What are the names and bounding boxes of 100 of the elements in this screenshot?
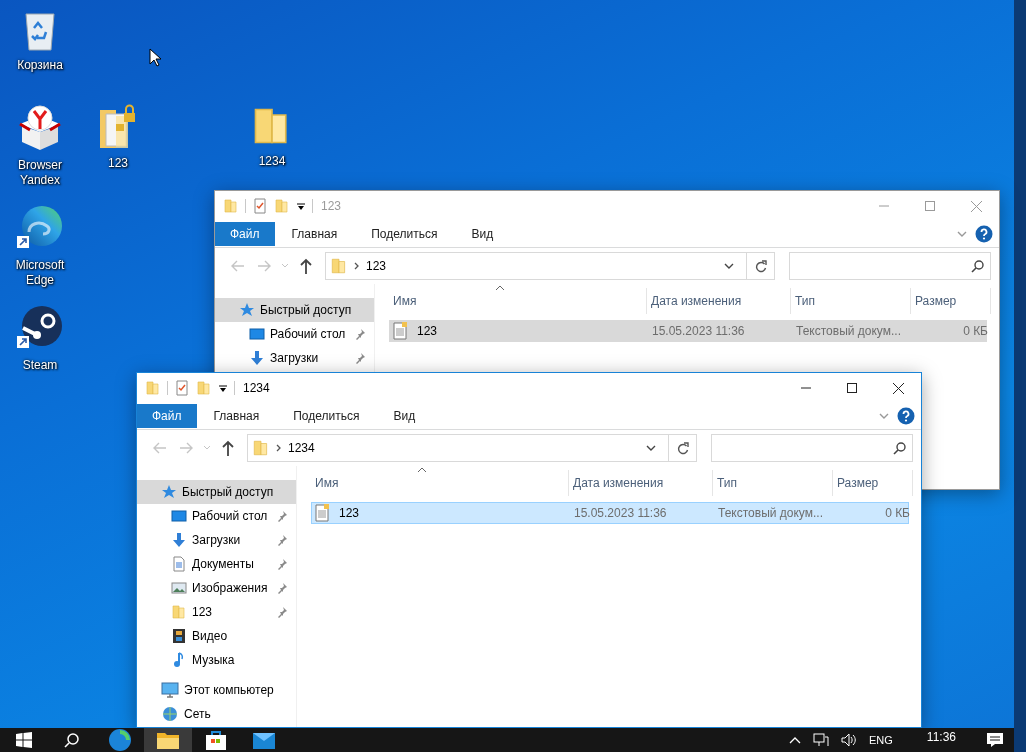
size-cell-text: 0 КБ bbox=[884, 506, 911, 520]
folder-icon bbox=[171, 604, 187, 620]
address-bar[interactable]: 123 bbox=[325, 252, 775, 280]
column-header[interactable]: Размер bbox=[911, 288, 991, 314]
nav-label: Изображения bbox=[192, 581, 268, 595]
nav-label: Рабочий стол bbox=[270, 327, 346, 341]
down-arrow-icon bbox=[171, 532, 187, 548]
type-cell-text: Текстовый докум... bbox=[717, 506, 824, 520]
nav-item[interactable]: 123 bbox=[137, 600, 296, 624]
column-header[interactable]: Имя bbox=[311, 470, 569, 496]
maximize-icon bbox=[847, 383, 857, 393]
monitor-icon bbox=[171, 508, 187, 524]
file-name: 123 bbox=[416, 324, 439, 338]
date-cell-text: 15.05.2023 11:36 bbox=[651, 324, 746, 338]
refresh-icon bbox=[676, 441, 689, 455]
column-header[interactable]: Размер bbox=[833, 470, 913, 496]
windows-logo-icon bbox=[16, 732, 32, 748]
globe-icon bbox=[161, 706, 179, 722]
right-arrow-icon bbox=[257, 260, 271, 272]
left-arrow-icon bbox=[153, 442, 167, 454]
close-icon bbox=[892, 382, 904, 394]
file-name: 123 bbox=[338, 506, 361, 520]
chevron-up-icon bbox=[789, 736, 801, 744]
up-arrow-icon bbox=[300, 258, 312, 274]
search-field[interactable] bbox=[711, 434, 913, 462]
ribbon-tab[interactable]: Поделиться bbox=[354, 222, 455, 246]
sort-caret-icon bbox=[417, 467, 427, 473]
nav-item[interactable]: Этот компьютер bbox=[137, 678, 296, 702]
breadcrumb-chevron-icon bbox=[276, 444, 282, 452]
desktop-icon-label[interactable]: Корзина bbox=[5, 58, 75, 73]
folder-icon bbox=[196, 380, 212, 396]
chevron-down-icon bbox=[203, 445, 211, 451]
ribbon-tab[interactable]: Главная bbox=[196, 404, 277, 428]
nav-item[interactable]: Загрузки bbox=[137, 528, 296, 552]
swirl-logo-icon bbox=[108, 728, 132, 752]
type-cell-text: Текстовый докум... bbox=[795, 324, 902, 338]
pin-icon bbox=[276, 510, 288, 522]
nav-label: Музыка bbox=[192, 653, 235, 667]
nav-item[interactable]: Изображения bbox=[137, 576, 296, 600]
folder-icon bbox=[330, 257, 348, 275]
nav-item[interactable]: Быстрый доступ bbox=[137, 480, 296, 504]
nav-label: Быстрый доступ bbox=[260, 303, 352, 317]
expand-ribbon-icon bbox=[879, 412, 889, 420]
ribbon-tab[interactable]: Поделиться bbox=[276, 404, 377, 428]
address-path: 123 bbox=[366, 259, 387, 273]
nav-label: Видео bbox=[192, 629, 228, 643]
desktop-icon-label[interactable]: 123 bbox=[83, 156, 153, 171]
nav-item[interactable]: Рабочий стол bbox=[137, 504, 296, 528]
ribbon-tab[interactable]: Вид bbox=[376, 404, 433, 428]
column-header[interactable]: Дата изменения bbox=[647, 288, 791, 314]
address-bar[interactable]: 1234 bbox=[247, 434, 697, 462]
column-header[interactable]: Имя bbox=[389, 288, 647, 314]
language-indicator[interactable]: ENG bbox=[869, 734, 893, 746]
ribbon-tab[interactable]: Главная bbox=[274, 222, 355, 246]
file-tab[interactable]: Файл bbox=[215, 222, 275, 246]
clock-time[interactable]: 11:36 bbox=[926, 730, 956, 744]
desktop-icon-label[interactable]: Microsoft Edge bbox=[5, 258, 75, 288]
search-field[interactable] bbox=[789, 252, 991, 280]
column-header[interactable]: Тип bbox=[791, 288, 911, 314]
pin-icon bbox=[276, 534, 288, 546]
desktop-icon-label[interactable]: Steam bbox=[5, 358, 75, 373]
left-arrow-icon bbox=[231, 260, 245, 272]
chevron-down-icon bbox=[281, 263, 289, 269]
nav-label: Документы bbox=[192, 557, 254, 571]
file-row[interactable]: 123 15.05.2023 11:36 Текстовый докум... 0 КБ bbox=[389, 320, 987, 342]
text-file-icon bbox=[392, 322, 408, 340]
computer-icon bbox=[161, 682, 179, 698]
picture-icon bbox=[171, 580, 187, 596]
maximize-icon bbox=[925, 201, 935, 211]
network-icon bbox=[813, 733, 829, 747]
desktop-icon-label[interactable]: 1234 bbox=[237, 154, 307, 169]
pin-icon bbox=[276, 606, 288, 618]
nav-item[interactable]: Быстрый доступ bbox=[215, 298, 374, 322]
pin-icon bbox=[276, 558, 288, 570]
film-icon bbox=[171, 628, 187, 644]
nav-item[interactable]: Рабочий стол bbox=[215, 322, 374, 346]
column-header[interactable]: Дата изменения bbox=[569, 470, 713, 496]
nav-label: Рабочий стол bbox=[192, 509, 268, 523]
folder-icon bbox=[145, 380, 161, 396]
star-icon bbox=[161, 484, 177, 500]
nav-item[interactable]: Загрузки bbox=[215, 346, 374, 370]
nav-item[interactable]: Документы bbox=[137, 552, 296, 576]
pin-icon bbox=[276, 582, 288, 594]
nav-label: Этот компьютер bbox=[184, 683, 274, 697]
down-arrow-icon bbox=[249, 350, 265, 366]
nav-label: Быстрый доступ bbox=[182, 485, 274, 499]
search-icon bbox=[971, 259, 984, 273]
nav-item[interactable]: Сеть bbox=[137, 702, 296, 726]
ribbon-tab[interactable]: Вид bbox=[454, 222, 511, 246]
desktop-icon-label[interactable]: Browser Yandex bbox=[5, 158, 75, 188]
help-icon bbox=[897, 407, 915, 425]
file-tab[interactable]: Файл bbox=[137, 404, 197, 428]
right-arrow-icon bbox=[179, 442, 193, 454]
history-dropdown-icon bbox=[724, 262, 734, 270]
nav-item[interactable]: Музыка bbox=[137, 648, 296, 672]
column-header[interactable]: Тип bbox=[713, 470, 833, 496]
nav-item[interactable]: Видео bbox=[137, 624, 296, 648]
document-icon bbox=[171, 556, 187, 572]
file-row[interactable]: 123 15.05.2023 11:36 Текстовый докум... 0 КБ bbox=[311, 502, 909, 524]
nav-label: Загрузки bbox=[192, 533, 241, 547]
